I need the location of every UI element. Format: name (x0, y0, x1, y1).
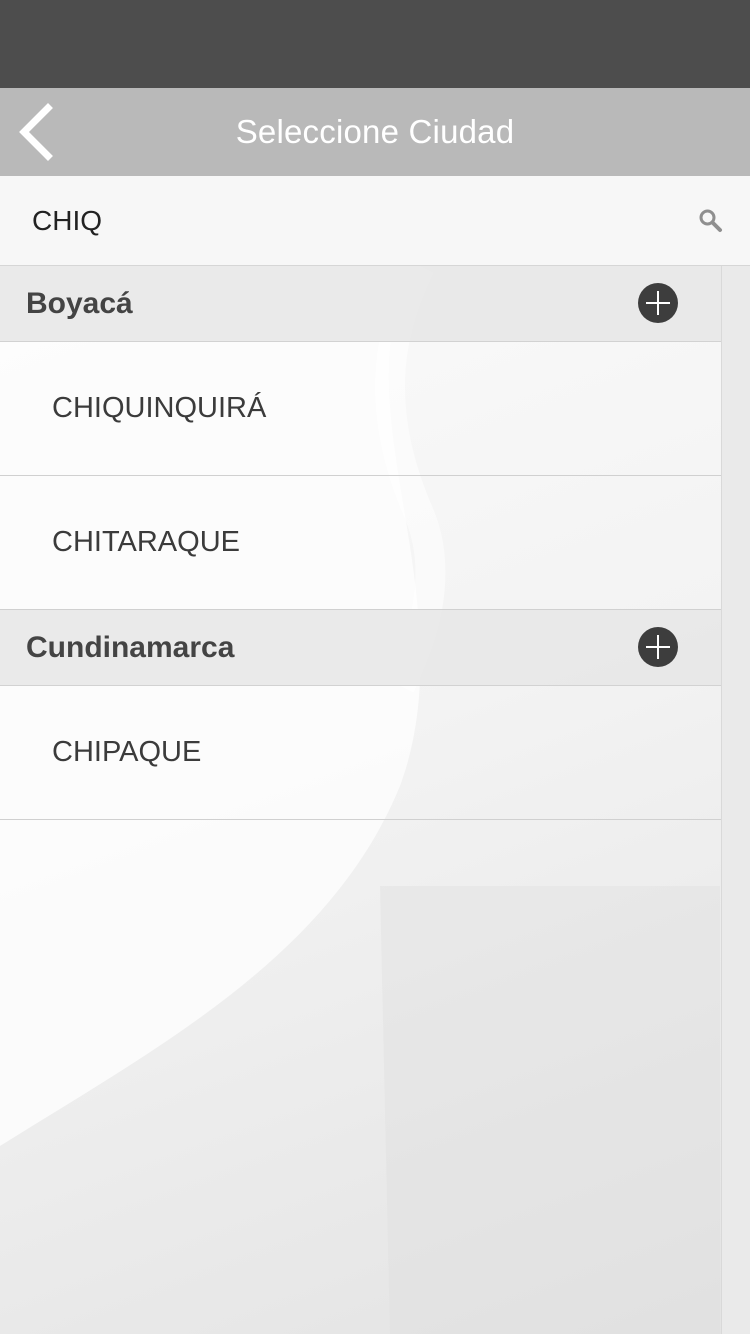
section-title: Boyacá (26, 287, 133, 320)
city-list: Boyacá CHIQUINQUIRÁ CHITARAQUE Cundinama… (0, 266, 721, 820)
city-name: CHIPAQUE (52, 736, 202, 768)
city-name: CHIQUINQUIRÁ (52, 392, 267, 424)
plus-circle-icon[interactable] (638, 627, 678, 667)
section-header: Boyacá (0, 266, 721, 342)
search-input[interactable] (30, 196, 672, 246)
city-list-container: Boyacá CHIQUINQUIRÁ CHITARAQUE Cundinama… (0, 266, 750, 1334)
scrollbar-track[interactable] (721, 266, 750, 1334)
navigation-bar: Seleccione Ciudad (0, 88, 750, 176)
section-header: Cundinamarca (0, 610, 721, 686)
page-title: Seleccione Ciudad (235, 113, 515, 150)
list-item[interactable]: CHIPAQUE (0, 686, 721, 820)
chevron-left-icon (19, 103, 53, 161)
back-button[interactable] (10, 98, 74, 166)
list-item[interactable]: CHIQUINQUIRÁ (0, 342, 721, 476)
search-bar (0, 176, 750, 266)
plus-circle-icon[interactable] (638, 283, 678, 323)
section-title: Cundinamarca (26, 631, 235, 664)
city-name: CHITARAQUE (52, 526, 240, 558)
list-item[interactable]: CHITARAQUE (0, 476, 721, 610)
status-bar (0, 0, 750, 88)
search-icon[interactable] (697, 207, 723, 233)
